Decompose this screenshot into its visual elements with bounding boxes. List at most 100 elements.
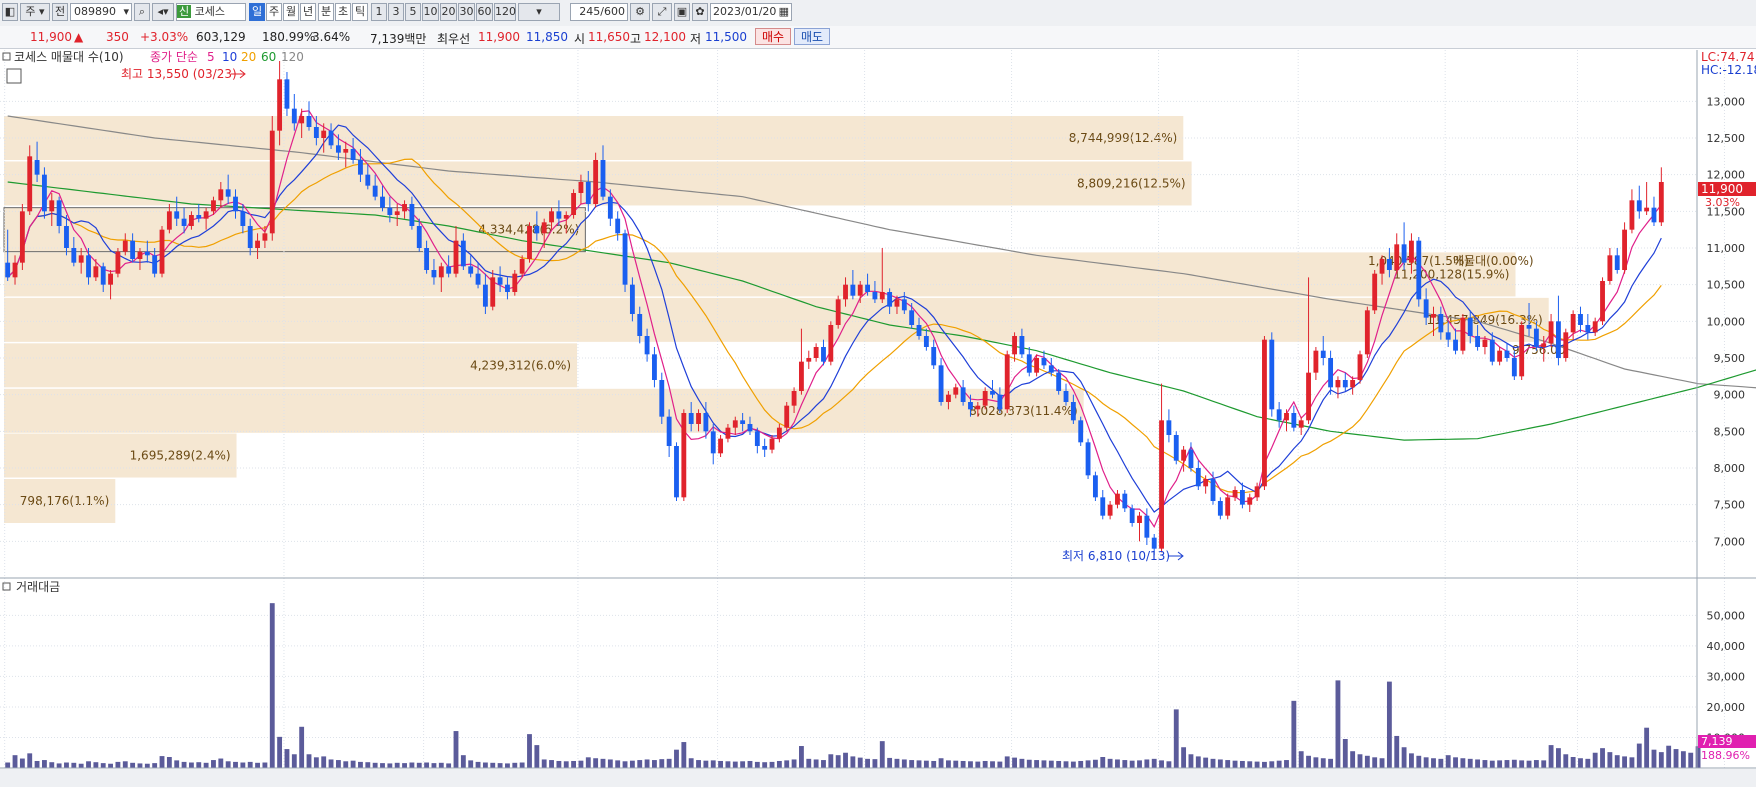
volume-bar — [1100, 757, 1106, 768]
candle-body — [34, 160, 40, 175]
candle-body — [122, 240, 128, 252]
volume-bar — [255, 762, 260, 768]
volume-bar — [1328, 758, 1334, 768]
volume-bar — [1284, 760, 1289, 768]
volume-bar — [19, 758, 25, 768]
candle-body — [585, 182, 591, 204]
volume-bar — [409, 762, 415, 768]
candle-body — [402, 204, 407, 212]
volume-bar — [916, 760, 922, 768]
volume-bar — [475, 761, 481, 768]
volume-bar — [1423, 757, 1429, 768]
volume-bar — [549, 760, 554, 768]
volume-bar — [247, 761, 253, 768]
candle-body — [1181, 449, 1187, 461]
volume-bar — [1239, 760, 1245, 768]
volume-bar — [578, 760, 584, 768]
candle-body — [1409, 240, 1414, 263]
ma60-legend: 60 — [261, 50, 276, 64]
volume-bar — [137, 763, 143, 768]
volume-last-pct: 188.96% — [1701, 749, 1750, 762]
candle-body — [321, 130, 327, 138]
volume-bar — [1504, 760, 1510, 768]
volume-bar — [1585, 758, 1591, 768]
candle-body — [607, 196, 613, 219]
candle-body — [115, 251, 121, 274]
volume-bar — [740, 761, 746, 768]
volume-bar — [1298, 751, 1304, 768]
price-tick-label: 10,000 — [1707, 315, 1746, 328]
candle-body — [1217, 501, 1223, 516]
candle-body — [923, 336, 929, 347]
volume-bar — [1431, 758, 1436, 768]
volume-bar — [1570, 757, 1576, 768]
candle-body — [1012, 336, 1017, 355]
candle-body — [1254, 486, 1260, 498]
volume-bar — [1386, 681, 1392, 768]
candle-body — [1100, 497, 1106, 516]
candle-body — [166, 211, 172, 230]
volume-bar — [1048, 760, 1054, 768]
candle-body — [1026, 354, 1032, 373]
candle-body — [291, 108, 297, 124]
ma5-legend: 5 — [207, 50, 215, 64]
volume-bar — [490, 762, 496, 768]
candle-body — [945, 394, 951, 402]
volume-bar — [196, 762, 202, 768]
candle-body — [1276, 409, 1282, 421]
candle-body — [262, 233, 268, 241]
volume-bar — [1497, 760, 1503, 768]
volume-bar — [1203, 757, 1209, 768]
candle-body — [1497, 350, 1503, 362]
candle-body — [593, 160, 599, 204]
volume-bar — [350, 760, 356, 768]
candle-body — [997, 394, 1003, 410]
volume-bar — [1614, 755, 1620, 768]
candle-body — [1188, 449, 1194, 468]
price-chart[interactable]: 8,744,999(12.4%)8,809,216(12.5%)4,334,42… — [0, 0, 1756, 787]
volume-bar — [1195, 756, 1201, 768]
candle-body — [1247, 497, 1253, 505]
volume-panel — [0, 580, 1697, 768]
volume-bar — [225, 761, 231, 768]
volume-bar — [380, 763, 385, 768]
volume-bar — [1416, 755, 1422, 768]
volume-bar — [571, 760, 577, 768]
candle-body — [681, 413, 687, 498]
candle-body — [1210, 479, 1216, 501]
last-price-value: 11,900 — [1701, 182, 1743, 196]
volume-bar — [990, 761, 995, 768]
candle-body — [108, 273, 113, 285]
candle-body — [754, 431, 760, 446]
volume-bar — [769, 761, 775, 768]
last-price-pct: 3.03% — [1705, 196, 1740, 209]
candle-body — [512, 273, 518, 292]
volume-bar — [1350, 751, 1356, 768]
candle-body — [144, 251, 150, 256]
volume-bar — [652, 760, 657, 768]
candle-body — [1085, 442, 1091, 476]
volume-bar — [1151, 758, 1157, 768]
price-tick-label: 12,500 — [1707, 132, 1746, 145]
volume-bar — [1651, 749, 1657, 768]
volume-bar — [1291, 700, 1297, 768]
chart-option-icon[interactable] — [6, 68, 22, 84]
volume-bar — [181, 761, 187, 768]
candle-body — [659, 380, 665, 417]
volume-bar — [776, 760, 782, 768]
volume-bar — [93, 762, 99, 768]
volume-bar — [512, 762, 518, 768]
candle-body — [233, 196, 238, 212]
volume-bar — [240, 762, 246, 768]
candle-body — [71, 248, 77, 263]
volume-tick-label: 30,000 — [1707, 670, 1746, 683]
candle-body — [990, 391, 995, 395]
candle-body — [1533, 328, 1539, 347]
volume-profile-band — [4, 297, 1549, 342]
candle-body — [850, 284, 856, 296]
candle-body — [1034, 358, 1040, 373]
candle-body — [27, 156, 33, 212]
candle-body — [887, 292, 893, 307]
volume-bar — [64, 762, 69, 768]
candle-body — [372, 185, 378, 197]
